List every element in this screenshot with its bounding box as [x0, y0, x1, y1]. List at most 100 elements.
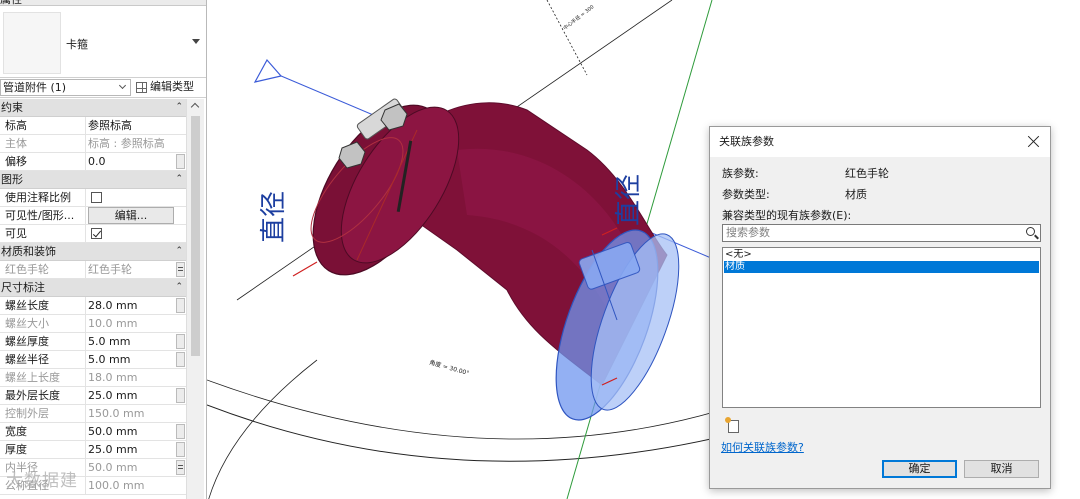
property-row: 红色手轮 红色手轮: [0, 261, 186, 279]
param-type-label: 参数类型:: [722, 188, 770, 201]
edit-visibility-button[interactable]: 编辑...: [88, 207, 174, 224]
property-value[interactable]: [87, 189, 186, 207]
axis-arrow-icon: [253, 58, 283, 83]
reference-arc-left: [208, 359, 318, 499]
value-edit-button[interactable]: [176, 334, 185, 349]
properties-scrollbar[interactable]: [186, 99, 204, 499]
property-checkbox[interactable]: [91, 228, 102, 239]
property-value-text: 5.0 mm: [88, 353, 131, 366]
property-name: 可见: [0, 225, 86, 243]
new-parameter-icon[interactable]: [725, 417, 739, 433]
property-value[interactable]: 5.0 mm: [87, 333, 186, 351]
property-value[interactable]: 50.0 mm: [87, 423, 186, 441]
property-value-text: 18.0 mm: [88, 371, 138, 384]
filter-row: 管道附件 (1) 编辑类型: [0, 78, 206, 98]
value-edit-button[interactable]: [176, 352, 185, 367]
property-value[interactable]: 参照标高: [87, 117, 186, 135]
property-name: 主体: [0, 135, 86, 153]
collapse-icon[interactable]: ⌃: [175, 99, 183, 116]
dim-label-left: 直径: [259, 191, 289, 243]
edit-type-button[interactable]: 编辑类型: [135, 79, 194, 96]
angle-label: 角度 = 30.00°: [428, 358, 470, 377]
property-value[interactable]: 编辑...: [87, 207, 186, 225]
property-value[interactable]: 5.0 mm: [87, 351, 186, 369]
associate-parameter-button[interactable]: [176, 460, 185, 475]
property-value: 10.0 mm: [87, 315, 186, 333]
watermark: 大数据建: [6, 471, 78, 491]
chevron-down-icon[interactable]: [192, 39, 200, 44]
property-value-text: 100.0 mm: [88, 479, 145, 492]
property-group-label: 约束: [1, 101, 23, 114]
cancel-button[interactable]: 取消: [964, 460, 1039, 478]
property-group[interactable]: 约束 ⌃: [0, 99, 186, 117]
help-link[interactable]: 如何关联族参数?: [721, 439, 804, 455]
dialog-title: 关联族参数: [719, 135, 774, 148]
property-value-text: 红色手轮: [88, 263, 132, 276]
property-row: 最外层长度 25.0 mm: [0, 387, 186, 405]
property-row: 可见: [0, 225, 186, 243]
property-checkbox[interactable]: [91, 192, 102, 203]
property-row: 厚度 25.0 mm: [0, 441, 186, 459]
scrollbar-thumb[interactable]: [191, 116, 200, 356]
property-value-text: 50.0 mm: [88, 461, 138, 474]
property-value[interactable]: [87, 225, 186, 243]
property-group[interactable]: 图形 ⌃: [0, 171, 186, 189]
chevron-down-icon: [118, 81, 127, 90]
property-row: 螺丝厚度 5.0 mm: [0, 333, 186, 351]
ok-button[interactable]: 确定: [882, 460, 957, 478]
property-name: 标高: [0, 117, 86, 135]
associate-family-parameter-dialog: 关联族参数 族参数: 红色手轮 参数类型: 材质 兼容类型的现有族参数(E): …: [709, 126, 1051, 489]
property-name: 最外层长度: [0, 387, 86, 405]
property-value[interactable]: 28.0 mm: [87, 297, 186, 315]
property-row: 螺丝上长度 18.0 mm: [0, 369, 186, 387]
reference-arc-inner: [207, 379, 768, 440]
property-value-text: 150.0 mm: [88, 407, 145, 420]
parameter-search-input[interactable]: 搜索参数: [722, 224, 1041, 242]
value-edit-button[interactable]: [176, 154, 185, 169]
property-value-text: 25.0 mm: [88, 443, 138, 456]
property-row: 螺丝半径 5.0 mm: [0, 351, 186, 369]
dialog-title-bar[interactable]: 关联族参数: [710, 127, 1050, 157]
value-edit-button[interactable]: [176, 388, 185, 403]
type-thumbnail: [3, 12, 61, 74]
property-name: 螺丝半径: [0, 351, 86, 369]
property-value-text: 50.0 mm: [88, 425, 138, 438]
search-icon[interactable]: [1026, 227, 1035, 236]
property-value: 标高 : 参照标高: [87, 135, 186, 153]
collapse-icon[interactable]: ⌃: [175, 243, 183, 260]
property-value-text: 参照标高: [88, 119, 132, 132]
element-filter-dropdown[interactable]: 管道附件 (1): [0, 79, 131, 96]
type-selector[interactable]: 卡箍: [0, 6, 206, 78]
scroll-up-icon[interactable]: [190, 102, 200, 112]
property-value[interactable]: 25.0 mm: [87, 387, 186, 405]
property-value-text: 标高 : 参照标高: [88, 137, 165, 150]
property-value-text: 25.0 mm: [88, 389, 138, 402]
property-value: 50.0 mm: [87, 459, 186, 477]
property-name: 螺丝大小: [0, 315, 86, 333]
property-name: 红色手轮: [0, 261, 86, 279]
collapse-icon[interactable]: ⌃: [175, 171, 183, 188]
parameter-list-item[interactable]: 材质: [724, 261, 1039, 273]
property-value[interactable]: 0.0: [87, 153, 186, 171]
property-row: 控制外层 150.0 mm: [0, 405, 186, 423]
property-group[interactable]: 尺寸标注 ⌃: [0, 279, 186, 297]
parameter-list-item[interactable]: <无>: [724, 249, 1039, 261]
property-group-label: 图形: [1, 173, 23, 186]
family-param-label: 族参数:: [722, 167, 759, 180]
value-edit-button[interactable]: [176, 424, 185, 439]
associate-parameter-button[interactable]: [176, 262, 185, 277]
property-row: 可见性/图形... 编辑...: [0, 207, 186, 225]
property-value: 红色手轮: [87, 261, 186, 279]
property-name: 偏移: [0, 153, 86, 171]
collapse-icon[interactable]: ⌃: [175, 279, 183, 296]
property-row: 主体 标高 : 参照标高: [0, 135, 186, 153]
close-icon[interactable]: [1027, 135, 1040, 148]
property-value[interactable]: 25.0 mm: [87, 441, 186, 459]
parameter-list[interactable]: <无> 材质: [722, 247, 1041, 408]
property-value: 100.0 mm: [87, 477, 186, 495]
value-edit-button[interactable]: [176, 298, 185, 313]
value-edit-button[interactable]: [176, 442, 185, 457]
compatible-params-label: 兼容类型的现有族参数(E):: [722, 209, 852, 222]
property-group[interactable]: 材质和装饰 ⌃: [0, 243, 186, 261]
property-name: 螺丝厚度: [0, 333, 86, 351]
